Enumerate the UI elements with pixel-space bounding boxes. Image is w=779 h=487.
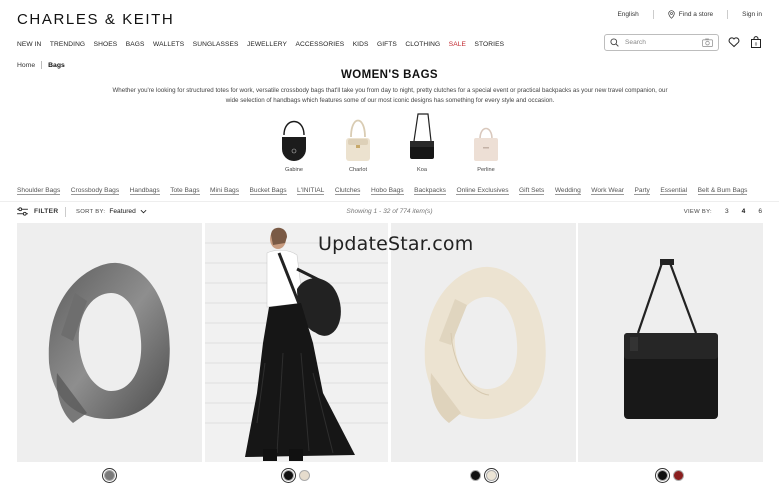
subcat-hobo-bags[interactable]: Hobo Bags: [370, 187, 404, 195]
charlot-bag-image: [346, 119, 370, 161]
utility-bar: English Find a store Sign in: [617, 10, 762, 19]
color-swatches: [281, 468, 310, 483]
nav-item-gifts[interactable]: GIFTS: [377, 41, 397, 48]
subcategory-links: Shoulder Bags Crossbody Bags Handbags To…: [17, 187, 779, 195]
nav-item-new-in[interactable]: NEW IN: [17, 41, 41, 48]
color-swatch[interactable]: [102, 468, 117, 483]
nav-item-trending[interactable]: TRENDING: [50, 41, 85, 48]
search-placeholder: Search: [625, 39, 646, 46]
divider: [0, 201, 779, 202]
subcat-work-wear[interactable]: Work Wear: [591, 187, 624, 195]
find-store-link[interactable]: Find a store: [668, 10, 713, 19]
search-icon: [610, 38, 619, 47]
main-nav: NEW IN TRENDING SHOES BAGS WALLETS SUNGL…: [17, 41, 504, 48]
nav-item-sale[interactable]: SALE: [449, 41, 466, 48]
camera-icon[interactable]: [702, 38, 713, 47]
subcat-mini-bags[interactable]: Mini Bags: [210, 187, 239, 195]
featured-label: Gabine: [284, 167, 304, 173]
product-card-2[interactable]: [205, 223, 388, 462]
nav-item-jewellery[interactable]: JEWELLERY: [247, 41, 287, 48]
nav-item-stories[interactable]: STORIES: [475, 41, 505, 48]
nav-item-clothing[interactable]: CLOTHING: [405, 41, 440, 48]
brand-logo[interactable]: CHARLES & KEITH: [17, 11, 174, 28]
watermark-text: UpdateStar.com: [318, 233, 474, 255]
grey-hobo-bag-image: [48, 262, 170, 423]
breadcrumb-current: Bags: [48, 61, 65, 69]
subcat-shoulder-bags[interactable]: Shoulder Bags: [17, 187, 61, 195]
breadcrumb: Home Bags: [17, 61, 65, 69]
subcat-belt-bum-bags[interactable]: Belt & Bum Bags: [697, 187, 748, 195]
product-card-1[interactable]: [17, 223, 202, 462]
color-swatches: [102, 468, 117, 483]
subcat-party[interactable]: Party: [634, 187, 650, 195]
subcat-gift-sets[interactable]: Gift Sets: [519, 187, 545, 195]
subcat-crossbody-bags[interactable]: Crossbody Bags: [70, 187, 120, 195]
cream-hobo-bag-image: [424, 266, 546, 423]
view-by-label: VIEW BY:: [683, 208, 712, 215]
view-by-selector: VIEW BY: 3 4 6: [684, 208, 762, 215]
color-swatch[interactable]: [673, 470, 684, 481]
page-description: Whether you're looking for structured to…: [112, 87, 668, 104]
black-crossbody-bag-image: [624, 259, 718, 419]
color-swatch[interactable]: [470, 470, 481, 481]
view-option-4[interactable]: 4: [742, 208, 746, 215]
nav-item-sunglasses[interactable]: SUNGLASSES: [193, 41, 239, 48]
nav-item-accessories[interactable]: ACCESSORIES: [295, 41, 344, 48]
featured-item-gabine[interactable]: Gabine: [274, 111, 314, 173]
view-option-6[interactable]: 6: [758, 208, 762, 215]
location-pin-icon: [668, 10, 675, 19]
results-count: Showing 1 - 32 of 774 item(s): [346, 208, 433, 215]
nav-item-shoes[interactable]: SHOES: [94, 41, 118, 48]
color-swatch[interactable]: [281, 468, 296, 483]
divider: [41, 61, 43, 69]
subcat-tote-bags[interactable]: Tote Bags: [170, 187, 200, 195]
product-card-3[interactable]: [391, 223, 576, 462]
featured-item-koa[interactable]: Koa: [402, 111, 442, 173]
featured-item-perline[interactable]: Perline: [466, 111, 506, 173]
perline-bag-image: [474, 127, 498, 161]
svg-text:0: 0: [755, 42, 758, 47]
shopping-bag-icon[interactable]: 0: [750, 36, 762, 48]
sign-in-link[interactable]: Sign in: [742, 11, 762, 18]
subcat-essential[interactable]: Essential: [660, 187, 688, 195]
nav-item-wallets[interactable]: WALLETS: [153, 41, 184, 48]
view-option-3[interactable]: 3: [725, 208, 729, 215]
color-swatch[interactable]: [484, 468, 499, 483]
koa-bag-image: [410, 113, 434, 159]
color-swatch[interactable]: [299, 470, 310, 481]
product-card-4[interactable]: [578, 223, 763, 462]
color-swatches: [655, 468, 684, 483]
subcat-backpacks[interactable]: Backpacks: [414, 187, 446, 195]
divider: [652, 10, 654, 19]
featured-bags: Gabine Charlot Koa Perline: [0, 111, 779, 181]
subcat-bucket-bags[interactable]: Bucket Bags: [249, 187, 287, 195]
heart-icon[interactable]: [728, 36, 740, 48]
featured-label: Koa: [417, 167, 427, 173]
subcat-clutches[interactable]: Clutches: [334, 187, 361, 195]
breadcrumb-home[interactable]: Home: [17, 62, 35, 69]
subcat-online-exclusives[interactable]: Online Exclusives: [456, 187, 509, 195]
listing-toolbar: FILTER SORT BY: Featured Showing 1 - 32 …: [17, 205, 762, 219]
search-input[interactable]: Search: [604, 34, 719, 51]
nav-item-kids[interactable]: KIDS: [353, 41, 369, 48]
nav-item-bags[interactable]: BAGS: [126, 41, 145, 48]
subcat-wedding[interactable]: Wedding: [554, 187, 581, 195]
color-swatch[interactable]: [655, 468, 670, 483]
color-swatches: [470, 468, 499, 483]
divider: [727, 10, 729, 19]
featured-label: Perline: [477, 167, 495, 173]
language-link[interactable]: English: [617, 11, 638, 18]
featured-item-charlot[interactable]: Charlot: [338, 111, 378, 173]
page-title: WOMEN'S BAGS: [341, 69, 438, 81]
subcat-handbags[interactable]: Handbags: [129, 187, 160, 195]
model-with-hobo-bag-image: [205, 223, 388, 462]
gabine-bag-image: [282, 120, 306, 161]
featured-label: Charlot: [348, 167, 368, 173]
find-store-label: Find a store: [678, 11, 714, 18]
subcat-linitial[interactable]: L'INITIAL: [297, 187, 325, 195]
